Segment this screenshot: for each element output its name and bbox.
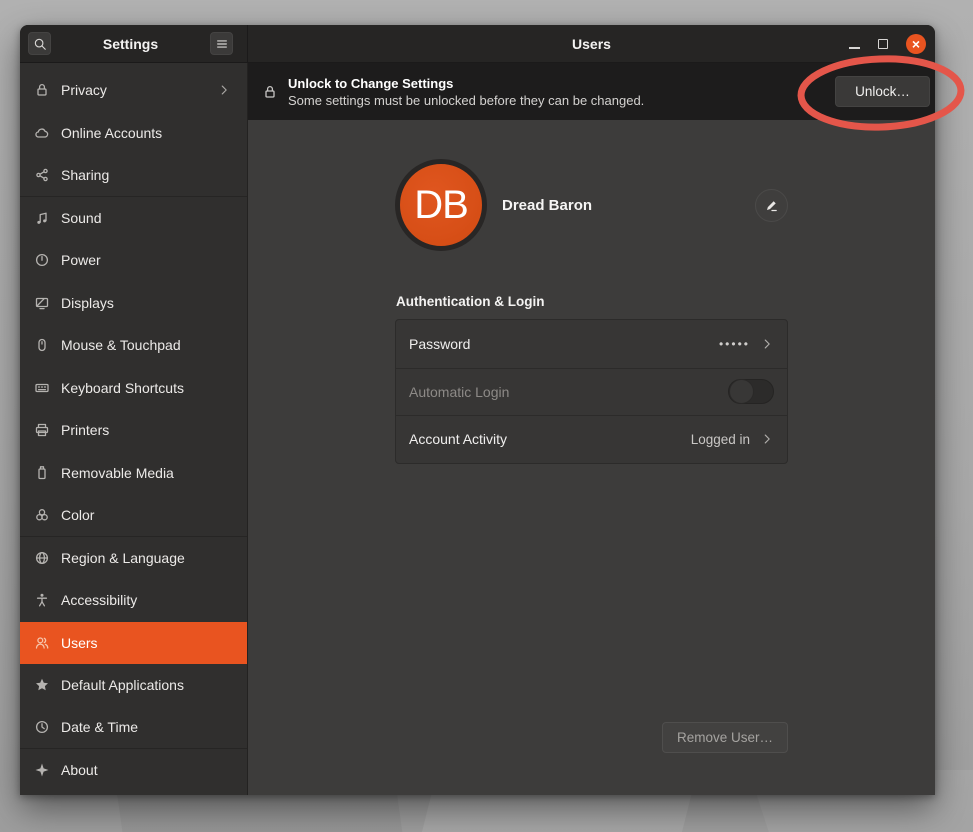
sidebar-title: Settings bbox=[51, 36, 210, 52]
page-title: Users bbox=[248, 36, 935, 52]
sidebar-item-printers[interactable]: Printers bbox=[20, 409, 247, 452]
sidebar-item-mouse-touchpad[interactable]: Mouse & Touchpad bbox=[20, 324, 247, 367]
sidebar-item-region-language[interactable]: Region & Language bbox=[20, 537, 247, 580]
chevron-right-icon bbox=[217, 83, 231, 97]
search-button[interactable] bbox=[28, 32, 51, 55]
sidebar-item-online-accounts[interactable]: Online Accounts bbox=[20, 112, 247, 155]
sidebar-item-power[interactable]: Power bbox=[20, 239, 247, 282]
user-identity-row: DB Dread Baron bbox=[395, 158, 788, 252]
close-icon: × bbox=[912, 37, 920, 51]
sidebar-item-label: Privacy bbox=[61, 82, 217, 98]
printer-icon bbox=[34, 422, 50, 438]
sparkle-icon bbox=[34, 762, 50, 778]
keyboard-icon bbox=[34, 380, 50, 396]
toggle-knob bbox=[729, 379, 754, 404]
globe-icon bbox=[34, 550, 50, 566]
accessibility-icon bbox=[34, 592, 50, 608]
color-icon bbox=[34, 507, 50, 523]
sidebar-item-color[interactable]: Color bbox=[20, 494, 247, 537]
edit-name-button[interactable] bbox=[755, 189, 788, 222]
password-masked-value: ••••• bbox=[719, 337, 750, 351]
automatic-login-label: Automatic Login bbox=[409, 384, 509, 400]
display-icon bbox=[34, 295, 50, 311]
pencil-icon bbox=[764, 198, 779, 213]
sidebar-item-label: Default Applications bbox=[61, 677, 231, 693]
clock-icon bbox=[34, 719, 50, 735]
sound-icon bbox=[34, 210, 50, 226]
sidebar-item-label: Power bbox=[61, 252, 231, 268]
sidebar-item-removable-media[interactable]: Removable Media bbox=[20, 452, 247, 495]
sidebar-item-displays[interactable]: Displays bbox=[20, 282, 247, 325]
sidebar-item-label: Color bbox=[61, 507, 231, 523]
cloud-icon bbox=[34, 125, 50, 141]
sidebar-item-label: About bbox=[61, 762, 231, 778]
power-icon bbox=[34, 252, 50, 268]
sidebar-item-label: Displays bbox=[61, 295, 231, 311]
sidebar-item-label: Removable Media bbox=[61, 465, 231, 481]
avatar-initials: DB bbox=[414, 183, 468, 228]
remove-user-button[interactable]: Remove User… bbox=[662, 722, 788, 753]
sidebar-item-label: Mouse & Touchpad bbox=[61, 337, 231, 353]
unlock-subtitle: Some settings must be unlocked before th… bbox=[288, 93, 644, 108]
auth-settings-list: Password ••••• Automatic Login Account A… bbox=[395, 319, 788, 464]
account-activity-label: Account Activity bbox=[409, 431, 507, 447]
star-icon bbox=[34, 677, 50, 693]
sidebar-item-sharing[interactable]: Sharing bbox=[20, 154, 247, 197]
hamburger-menu-icon bbox=[215, 37, 229, 51]
user-avatar[interactable]: DB bbox=[395, 159, 487, 251]
main-header: Users × bbox=[248, 25, 935, 63]
account-activity-value: Logged in bbox=[691, 432, 750, 447]
sidebar-item-users[interactable]: Users bbox=[20, 622, 247, 665]
sidebar-item-date-time[interactable]: Date & Time bbox=[20, 707, 247, 750]
main-panel: Unlock to Change Settings Some settings … bbox=[248, 63, 935, 795]
automatic-login-toggle[interactable] bbox=[728, 379, 774, 404]
sidebar-item-label: Online Accounts bbox=[61, 125, 231, 141]
search-icon bbox=[33, 37, 47, 51]
chevron-right-icon bbox=[760, 432, 774, 446]
primary-menu-button[interactable] bbox=[210, 32, 233, 55]
lock-icon bbox=[34, 82, 50, 98]
unlock-infobar: Unlock to Change Settings Some settings … bbox=[248, 63, 935, 120]
sidebar-item-label: Users bbox=[61, 635, 231, 651]
password-row[interactable]: Password ••••• bbox=[396, 320, 787, 368]
sidebar-item-label: Accessibility bbox=[61, 592, 231, 608]
sidebar-item-label: Printers bbox=[61, 422, 231, 438]
unlock-infobar-text: Unlock to Change Settings Some settings … bbox=[288, 76, 644, 108]
mouse-icon bbox=[34, 337, 50, 353]
lock-icon bbox=[262, 84, 278, 100]
sidebar-item-sound[interactable]: Sound bbox=[20, 197, 247, 240]
sidebar-nav: Privacy Online Accounts Sharing Sound Power D… bbox=[20, 63, 248, 795]
automatic-login-row: Automatic Login bbox=[396, 368, 787, 416]
sidebar-item-label: Sharing bbox=[61, 167, 231, 183]
settings-window: Settings Users × Privacy Online Accounts S… bbox=[20, 25, 935, 795]
sidebar-item-default-applications[interactable]: Default Applications bbox=[20, 664, 247, 707]
chevron-right-icon bbox=[760, 337, 774, 351]
sidebar-item-privacy[interactable]: Privacy bbox=[20, 69, 247, 112]
media-icon bbox=[34, 465, 50, 481]
sidebar-item-about[interactable]: About bbox=[20, 749, 247, 792]
sidebar-item-label: Keyboard Shortcuts bbox=[61, 380, 231, 396]
auth-section-title: Authentication & Login bbox=[396, 294, 544, 309]
unlock-button[interactable]: Unlock… bbox=[835, 76, 930, 107]
sidebar-item-keyboard-shortcuts[interactable]: Keyboard Shortcuts bbox=[20, 367, 247, 410]
sidebar-header: Settings bbox=[20, 25, 248, 63]
user-full-name: Dread Baron bbox=[502, 197, 592, 214]
wallpaper-shape bbox=[116, 790, 403, 832]
share-icon bbox=[34, 167, 50, 183]
sidebar-item-label: Sound bbox=[61, 210, 231, 226]
unlock-title: Unlock to Change Settings bbox=[288, 76, 644, 91]
close-button[interactable]: × bbox=[906, 34, 926, 54]
maximize-button[interactable] bbox=[878, 39, 888, 49]
account-activity-row[interactable]: Account Activity Logged in bbox=[396, 415, 787, 463]
users-icon bbox=[34, 635, 50, 651]
sidebar-item-label: Date & Time bbox=[61, 719, 231, 735]
sidebar-item-accessibility[interactable]: Accessibility bbox=[20, 579, 247, 622]
window-controls: × bbox=[849, 34, 935, 54]
password-label: Password bbox=[409, 336, 470, 352]
sidebar-item-label: Region & Language bbox=[61, 550, 231, 566]
minimize-button[interactable] bbox=[849, 47, 860, 49]
